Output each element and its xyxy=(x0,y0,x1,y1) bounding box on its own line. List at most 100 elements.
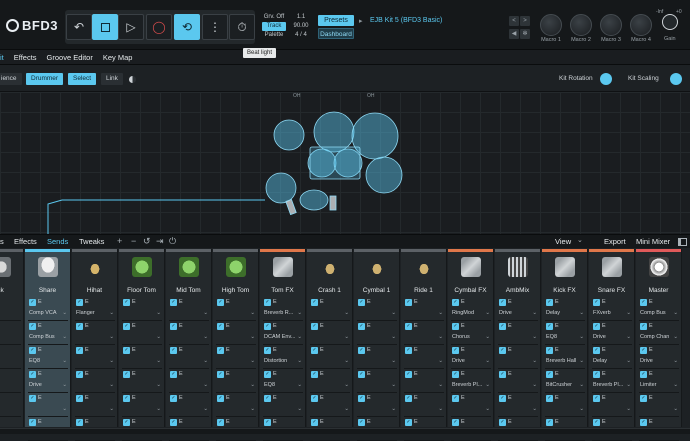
channel-name[interactable]: Tom FX xyxy=(260,287,305,294)
effect-slot[interactable]: ✓E ⌄ xyxy=(310,393,350,417)
slot-effect-name[interactable]: EQ8 xyxy=(546,334,557,340)
channel-name[interactable]: Cymbal FX xyxy=(448,287,493,294)
slot-effect-name[interactable]: Drive xyxy=(29,382,42,388)
slot-enable-checkbox[interactable]: ✓ xyxy=(358,395,365,402)
kit-rotation-knob[interactable] xyxy=(600,73,612,85)
slot-enable-checkbox[interactable]: ✓ xyxy=(170,323,177,330)
chevron-down-icon[interactable]: ⌄ xyxy=(626,334,631,340)
slot-enable-checkbox[interactable]: ✓ xyxy=(311,347,318,354)
channel-name[interactable]: Ride 1 xyxy=(401,287,446,294)
kit-name[interactable]: EJB Kit 5 (BFD3 Basic) xyxy=(370,17,442,24)
channel-name[interactable]: Floor Tom xyxy=(119,287,164,294)
chevron-down-icon[interactable]: ⌄ xyxy=(391,358,396,364)
chevron-down-icon[interactable]: ⌄ xyxy=(485,406,490,412)
effect-slot[interactable]: ✓E ⌄ xyxy=(404,393,444,417)
effect-slot[interactable]: ✓E ⌄ xyxy=(122,345,162,369)
chevron-down-icon[interactable]: ⌄ xyxy=(156,406,161,412)
snare-drum[interactable] xyxy=(265,172,297,204)
effect-slot[interactable]: ✓ E Comp VCA ⌄ xyxy=(28,297,68,321)
mixer-layout-icon[interactable] xyxy=(678,238,687,246)
chevron-down-icon[interactable]: ⌄ xyxy=(673,382,678,388)
chevron-down-icon[interactable]: ⌄ xyxy=(109,310,114,316)
macro-3-knob[interactable] xyxy=(600,14,622,36)
chevron-down-icon[interactable]: ⌄ xyxy=(485,310,490,316)
chevron-down-icon[interactable]: ⌄ xyxy=(344,382,349,388)
chevron-down-icon[interactable]: ⌄ xyxy=(438,310,443,316)
loop-button[interactable]: ⟲ xyxy=(174,14,200,40)
chevron-down-icon[interactable]: ⌄ xyxy=(391,406,396,412)
slot-enable-checkbox[interactable]: ✓ xyxy=(640,299,647,306)
effect-slot[interactable]: ✓E ⌄ xyxy=(357,369,397,393)
slot-effect-name[interactable]: EQ8 xyxy=(29,358,40,364)
effect-slot[interactable]: ✓E ⌄ xyxy=(75,321,115,345)
effect-slot[interactable]: ✓E ⌄ xyxy=(122,393,162,417)
channel-name[interactable]: High Tom xyxy=(213,287,258,294)
channel-strip[interactable]: High Tom✓E⌄✓E⌄✓E⌄✓E⌄✓E⌄✓E⌄ xyxy=(213,249,259,441)
slot-enable-checkbox[interactable]: ✓ xyxy=(170,371,177,378)
chevron-down-icon[interactable]: ⌄ xyxy=(109,382,114,388)
tab-groove-editor[interactable]: Groove Editor xyxy=(47,53,93,62)
kick-pedal[interactable] xyxy=(329,195,337,211)
drummer-button[interactable]: Drummer xyxy=(26,73,64,85)
slot-effect-name[interactable]: Comp Bus xyxy=(29,334,55,340)
channel-strip[interactable]: Master ✓ E Comp Bus ⌄ ✓ E Comp Chan ⌄ ✓ E Drive ⌄ ✓ E L… xyxy=(636,249,682,441)
add-icon[interactable]: + xyxy=(117,236,122,246)
slot-enable-checkbox[interactable]: ✓ xyxy=(264,419,271,426)
slot-enable-checkbox[interactable]: ✓ xyxy=(217,371,224,378)
channel-strip[interactable]: AmbMix✓EDrive⌄✓E⌄✓E⌄✓E⌄✓E⌄✓E⌄ xyxy=(495,249,541,441)
chevron-down-icon[interactable]: ⌄ xyxy=(250,310,255,316)
effect-slot[interactable]: ✓ E EQ8 ⌄ xyxy=(545,321,585,345)
slot-effect-name[interactable]: FXverb xyxy=(593,310,611,316)
time-signature[interactable]: 4 / 4 xyxy=(290,31,312,40)
chevron-down-icon[interactable]: ⌄ xyxy=(203,310,208,316)
effect-slot[interactable]: ✓ E Limiter ⌄ xyxy=(639,369,679,393)
power-icon[interactable]: ⏻ xyxy=(169,236,176,247)
next-button[interactable]: > xyxy=(520,16,530,26)
effect-slot[interactable]: ✓E ⌄ xyxy=(169,369,209,393)
effect-slot[interactable]: ✓E ⌄ xyxy=(216,321,256,345)
slot-enable-checkbox[interactable]: ✓ xyxy=(358,323,365,330)
effect-slot[interactable] xyxy=(0,321,21,345)
effect-slot[interactable]: ✓ E BitCrusher ⌄ xyxy=(545,369,585,393)
effect-slot[interactable]: ✓E ⌄ xyxy=(263,393,303,417)
slot-enable-checkbox[interactable]: ✓ xyxy=(640,347,647,354)
chevron-down-icon[interactable]: ⌄ xyxy=(156,382,161,388)
chevron-down-icon[interactable]: ⌄ xyxy=(579,382,584,388)
select-button[interactable]: Select xyxy=(68,73,97,85)
chevron-down-icon[interactable]: ⌄ xyxy=(344,358,349,364)
slot-enable-checkbox[interactable]: ✓ xyxy=(29,395,36,402)
chevron-down-icon[interactable]: ⌄ xyxy=(297,382,302,388)
collapse-icon[interactable]: ⇥ xyxy=(156,236,164,247)
slot-enable-checkbox[interactable]: ✓ xyxy=(593,371,600,378)
slot-effect-name[interactable]: Distortion xyxy=(264,358,287,364)
slot-enable-checkbox[interactable]: ✓ xyxy=(358,371,365,378)
chevron-down-icon[interactable]: ⌄ xyxy=(109,334,114,340)
slot-enable-checkbox[interactable]: ✓ xyxy=(593,299,600,306)
chevron-down-icon[interactable]: ⌄ xyxy=(250,382,255,388)
channel-name[interactable]: Hihat xyxy=(72,287,117,294)
slot-effect-name[interactable]: Breverb Pl... xyxy=(593,382,623,388)
slot-enable-checkbox[interactable]: ✓ xyxy=(29,419,36,426)
slot-enable-checkbox[interactable]: ✓ xyxy=(452,419,459,426)
slot-enable-checkbox[interactable]: ✓ xyxy=(499,299,506,306)
slot-enable-checkbox[interactable]: ✓ xyxy=(405,347,412,354)
chevron-down-icon[interactable]: ⌄ xyxy=(485,382,490,388)
slot-enable-checkbox[interactable]: ✓ xyxy=(452,299,459,306)
tab-kit[interactable]: it xyxy=(0,53,4,62)
chevron-down-icon[interactable]: ⌄ xyxy=(203,382,208,388)
slot-enable-checkbox[interactable]: ✓ xyxy=(499,323,506,330)
slot-enable-checkbox[interactable]: ✓ xyxy=(311,323,318,330)
channel-name[interactable]: Share xyxy=(25,287,70,294)
slot-enable-checkbox[interactable]: ✓ xyxy=(499,395,506,402)
chevron-down-icon[interactable]: ⌄ xyxy=(250,358,255,364)
chevron-down-icon[interactable]: ⌄ xyxy=(579,358,584,364)
effect-slot[interactable]: ✓E ⌄ xyxy=(75,393,115,417)
slot-effect-name[interactable]: EQ8 xyxy=(264,382,275,388)
gear-icon[interactable]: ✻ xyxy=(520,29,530,39)
slot-enable-checkbox[interactable]: ✓ xyxy=(170,395,177,402)
slot-enable-checkbox[interactable]: ✓ xyxy=(123,371,130,378)
chevron-down-icon[interactable]: ⌄ xyxy=(579,310,584,316)
chevron-down-icon[interactable]: ⌄ xyxy=(297,406,302,412)
slot-enable-checkbox[interactable]: ✓ xyxy=(123,347,130,354)
slot-effect-name[interactable]: DCAM Env... xyxy=(264,334,295,340)
